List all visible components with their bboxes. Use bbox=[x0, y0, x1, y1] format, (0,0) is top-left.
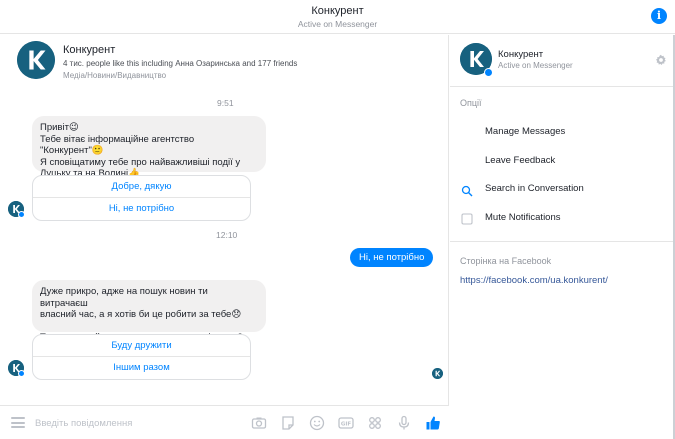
quick-reply-button[interactable]: Буду дружити bbox=[33, 335, 250, 357]
seen-indicator-icon bbox=[432, 368, 443, 379]
conversation-status: Active on Messenger bbox=[297, 19, 378, 29]
message-bubble-incoming: Привіт😉 Тебе вітає інформаційне агентств… bbox=[32, 116, 266, 179]
sidebar-status: Active on Messenger bbox=[498, 61, 573, 70]
search-icon bbox=[461, 184, 473, 197]
search-in-conversation-option[interactable]: Search in Conversation bbox=[485, 183, 584, 194]
manage-messages-option[interactable]: Manage Messages bbox=[485, 126, 565, 137]
chat-area: Конкурент 4 тис. people like this includ… bbox=[0, 35, 449, 405]
message-bubble-outgoing: Ні, не потрібно bbox=[350, 248, 434, 267]
quick-replies: Буду дружити Іншим разом bbox=[32, 334, 251, 380]
microphone-icon[interactable] bbox=[396, 415, 412, 431]
details-sidebar: Конкурент Active on Messenger Опції Mana… bbox=[450, 35, 675, 439]
svg-text:GIF: GIF bbox=[341, 422, 352, 428]
message-input[interactable] bbox=[35, 415, 235, 431]
conversation-header: Конкурент Active on Messenger i bbox=[0, 0, 675, 34]
quick-reply-button[interactable]: Добре, дякую bbox=[33, 176, 250, 198]
page-likes: 4 тис. people like this including Анна О… bbox=[63, 59, 298, 68]
leave-feedback-option[interactable]: Leave Feedback bbox=[485, 155, 555, 166]
emoji-icon[interactable] bbox=[309, 415, 325, 431]
sidebar-profile: Конкурент Active on Messenger bbox=[450, 35, 675, 87]
divider bbox=[450, 241, 675, 242]
menu-icon[interactable] bbox=[11, 417, 25, 428]
message-bubble-incoming: Дуже прикро, адже на пошук новин ти витр… bbox=[32, 280, 266, 343]
page-logo bbox=[17, 41, 55, 79]
options-section-title: Опції bbox=[460, 98, 482, 108]
like-icon[interactable] bbox=[425, 415, 441, 431]
page-name[interactable]: Конкурент bbox=[63, 44, 115, 56]
quick-reply-button[interactable]: Ні, не потрібно bbox=[33, 198, 250, 220]
timestamp: 12:10 bbox=[216, 230, 238, 240]
sticker-icon[interactable] bbox=[280, 415, 296, 431]
mute-notifications-option[interactable]: Mute Notifications bbox=[485, 212, 561, 223]
facebook-page-link[interactable]: https://facebook.com/ua.konkurent/ bbox=[460, 275, 608, 286]
gear-icon[interactable] bbox=[655, 53, 667, 65]
checkbox-icon[interactable] bbox=[461, 212, 473, 225]
page-category: Медіа/Новини/Видавництво bbox=[63, 71, 167, 80]
facebook-section-title: Сторінка на Facebook bbox=[460, 256, 552, 266]
message-composer: GIF bbox=[0, 405, 449, 439]
conversation-title: Конкурент bbox=[311, 5, 364, 17]
quick-replies: Добре, дякую Ні, не потрібно bbox=[32, 175, 251, 221]
info-icon[interactable]: i bbox=[651, 8, 667, 24]
active-status-dot bbox=[484, 68, 493, 77]
sender-avatar bbox=[8, 201, 25, 218]
page-card: Конкурент 4 тис. people like this includ… bbox=[0, 35, 449, 95]
gif-icon[interactable]: GIF bbox=[338, 415, 354, 431]
message-text: Привіт😉 Тебе вітає інформаційне агентств… bbox=[40, 122, 241, 179]
camera-icon[interactable] bbox=[251, 415, 267, 431]
games-icon[interactable] bbox=[367, 415, 383, 431]
sender-avatar bbox=[8, 360, 25, 377]
quick-reply-button[interactable]: Іншим разом bbox=[33, 357, 250, 379]
timestamp: 9:51 bbox=[217, 98, 234, 108]
sidebar-name[interactable]: Конкурент bbox=[498, 49, 543, 60]
